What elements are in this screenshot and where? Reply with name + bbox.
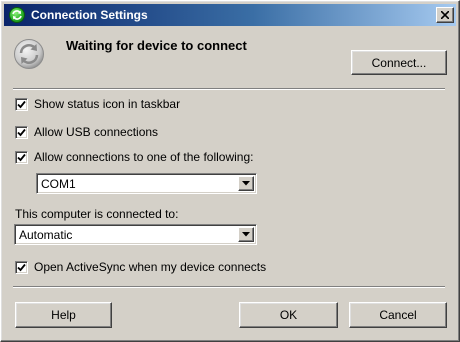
help-button[interactable]: Help [15,302,112,328]
connection-settings-dialog: Connection Settings Waiting for device t… [0,0,460,342]
allow-usb-checkbox[interactable] [15,125,28,139]
port-select-value: COM1 [41,177,76,191]
chevron-down-icon [242,232,250,237]
close-icon [441,11,449,19]
show-status-icon-label: Show status icon in taskbar [34,97,181,111]
activesync-icon [9,7,25,23]
checkmark-icon [17,100,26,108]
allow-connections-option[interactable]: Allow connections to one of the followin… [15,149,253,165]
checkmark-icon [17,153,26,161]
open-activesync-option[interactable]: Open ActiveSync when my device connects [15,259,266,275]
connection-type-select[interactable]: Automatic [14,224,257,245]
port-select-dropdown-button[interactable] [238,176,254,191]
close-button[interactable] [436,7,454,23]
title-bar[interactable]: Connection Settings [4,4,456,26]
window-title: Connection Settings [31,8,148,22]
open-activesync-checkbox[interactable] [15,260,28,274]
checkmark-icon [17,128,26,136]
show-status-icon-option[interactable]: Show status icon in taskbar [15,96,180,112]
chevron-down-icon [242,181,250,186]
separator-top [13,88,445,90]
connect-button[interactable]: Connect... [351,50,447,75]
port-select[interactable]: COM1 [36,173,257,194]
open-activesync-label: Open ActiveSync when my device connects [34,260,267,274]
allow-connections-label: Allow connections to one of the followin… [34,150,254,164]
allow-connections-checkbox[interactable] [15,150,28,164]
ok-button[interactable]: OK [239,302,338,328]
allow-usb-option[interactable]: Allow USB connections [15,124,158,140]
show-status-icon-checkbox[interactable] [15,97,28,111]
connection-type-select-value: Automatic [19,228,73,242]
connection-status-heading: Waiting for device to connect [66,38,247,53]
checkmark-icon [17,263,26,271]
separator-bottom [13,286,445,288]
computer-connected-label: This computer is connected to: [15,207,179,221]
connection-type-dropdown-button[interactable] [238,227,254,242]
allow-usb-label: Allow USB connections [34,125,159,139]
cancel-button[interactable]: Cancel [349,302,447,328]
sync-status-icon [13,38,45,70]
